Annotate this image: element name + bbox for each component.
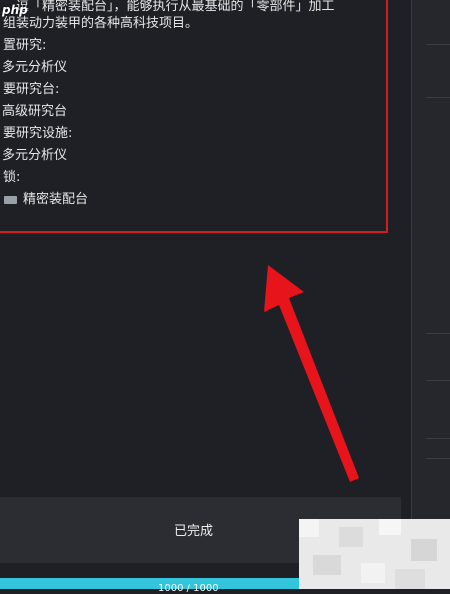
progress-bar: 1000 / 1000 xyxy=(0,578,300,594)
arrow-shape xyxy=(264,265,359,482)
watermark-mosaic xyxy=(299,519,450,589)
game-screen: 逗「精密装配台」，能够执行从最基础的「零部件」加工 组装动力装甲的各种高科技项目… xyxy=(0,0,450,594)
progress-text: 1000 / 1000 xyxy=(158,583,219,594)
status-label: 已完成 xyxy=(174,524,214,539)
